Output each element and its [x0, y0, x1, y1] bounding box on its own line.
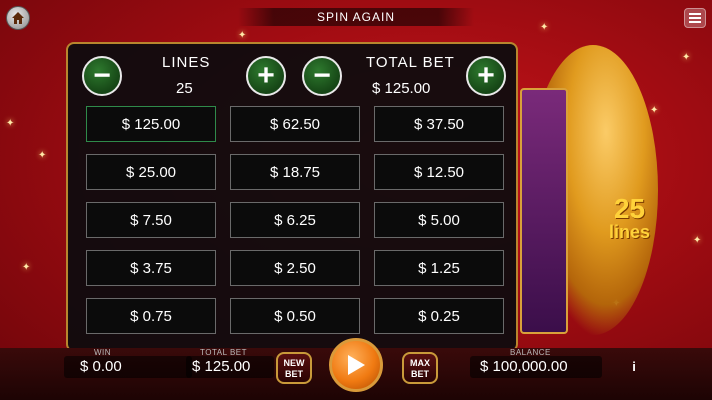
sparkle-decoration: ✦	[22, 262, 31, 273]
sparkle-decoration: ✦	[540, 22, 549, 33]
total-bet-display: $ 125.00	[186, 356, 274, 378]
max-bet-label-top: MAX	[410, 358, 430, 368]
plus-icon: +	[477, 59, 495, 92]
new-bet-label-bottom: BET	[285, 369, 303, 379]
bet-option[interactable]: $ 0.50	[230, 298, 360, 334]
bet-option[interactable]: $ 5.00	[374, 202, 504, 238]
bet-option[interactable]: $ 0.75	[86, 298, 216, 334]
bet-option[interactable]: $ 62.50	[230, 106, 360, 142]
total-bet-decrease-button[interactable]: −	[302, 56, 342, 96]
bet-option[interactable]: $ 125.00	[86, 106, 216, 142]
total-bet-increase-button[interactable]: +	[466, 56, 506, 96]
menu-button[interactable]	[684, 8, 706, 28]
max-bet-button[interactable]: MAX BET	[402, 352, 438, 384]
spin-button[interactable]	[329, 338, 383, 392]
sparkle-decoration: ✦	[6, 118, 15, 129]
home-button[interactable]	[6, 6, 30, 30]
plus-icon: +	[257, 59, 275, 92]
sparkle-decoration: ✦	[693, 235, 702, 246]
win-display: $ 0.00	[64, 356, 192, 378]
bet-option[interactable]: $ 25.00	[86, 154, 216, 190]
minus-icon: −	[313, 59, 331, 92]
sparkle-decoration: ✦	[682, 52, 691, 63]
lines-value: 25	[176, 80, 193, 97]
lines-header: LINES	[162, 54, 211, 71]
background-lines-word: lines	[609, 222, 651, 242]
balance-display: $ 100,000.00	[470, 356, 602, 378]
home-icon	[12, 12, 24, 24]
total-bet-value: $ 125.00	[372, 80, 431, 97]
bet-option[interactable]: $ 6.25	[230, 202, 360, 238]
bet-option[interactable]: $ 0.25	[374, 298, 504, 334]
bet-option[interactable]: $ 1.25	[374, 250, 504, 286]
new-bet-label-top: NEW	[283, 358, 305, 368]
sparkle-decoration: ✦	[238, 30, 247, 41]
bet-settings-panel: − LINES 25 + − TOTAL BET $ 125.00 + $ 12…	[66, 42, 518, 352]
total-bet-header: TOTAL BET	[366, 54, 455, 71]
max-bet-label-bottom: BET	[411, 369, 429, 379]
background-lines-number: 25	[613, 193, 646, 224]
bet-option[interactable]: $ 12.50	[374, 154, 504, 190]
new-bet-button[interactable]: NEW BET	[276, 352, 312, 384]
bet-option[interactable]: $ 37.50	[374, 106, 504, 142]
bet-option[interactable]: $ 2.50	[230, 250, 360, 286]
lines-decrease-button[interactable]: −	[82, 56, 122, 96]
sparkle-decoration: ✦	[650, 105, 659, 116]
bet-option[interactable]: $ 18.75	[230, 154, 360, 190]
reel-strip	[520, 88, 568, 334]
minus-icon: −	[93, 59, 111, 92]
play-icon	[348, 355, 365, 375]
info-icon[interactable]: i	[627, 359, 641, 375]
bet-option[interactable]: $ 3.75	[86, 250, 216, 286]
sparkle-decoration: ✦	[38, 150, 47, 161]
lines-increase-button[interactable]: +	[246, 56, 286, 96]
bet-option[interactable]: $ 7.50	[86, 202, 216, 238]
background-lines-indicator: 25 lines	[609, 193, 651, 242]
menu-icon	[689, 13, 701, 23]
spin-again-banner: SPIN AGAIN	[238, 8, 474, 26]
